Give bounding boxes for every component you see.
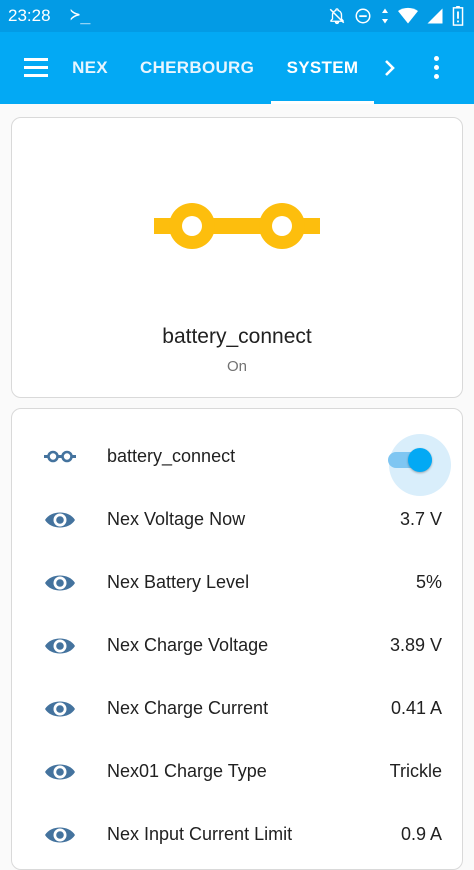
overflow-menu-button[interactable] — [424, 52, 450, 84]
sensor-label: Nex01 Charge Type — [107, 761, 267, 781]
sensor-value: 0.41 A — [390, 698, 442, 718]
sensor-value: 3.89 V — [389, 635, 442, 655]
menu-button[interactable] — [20, 54, 54, 82]
tab-system[interactable]: SYSTEM — [271, 32, 374, 104]
status-bar: 23:28 ≻_ — [0, 0, 474, 32]
eye-icon — [45, 827, 75, 843]
sensor-label: Nex Voltage Now — [107, 509, 246, 529]
sensor-label: Nex Battery Level — [107, 572, 250, 592]
eye-icon — [45, 575, 75, 591]
eye-icon — [45, 638, 75, 654]
sensor-row-input-current-limit[interactable]: Nex Input Current Limit 0.9 A — [12, 804, 462, 867]
sensor-row-charge-type[interactable]: Nex01 Charge Type Trickle — [12, 741, 462, 804]
battery-connect-icon — [44, 450, 76, 463]
do-not-disturb-icon — [355, 8, 371, 24]
battery-alert-icon — [452, 6, 464, 26]
battery-connect-toggle[interactable] — [386, 434, 451, 496]
cell-signal-icon — [427, 8, 443, 24]
toggle-row-label: battery_connect — [107, 446, 236, 466]
eye-icon — [45, 512, 75, 528]
hamburger-icon — [24, 58, 48, 61]
battery-connect-icon — [154, 203, 320, 249]
sensor-value: 3.7 V — [399, 509, 442, 529]
status-icons — [328, 6, 464, 26]
sensor-label: Nex Charge Current — [107, 698, 269, 718]
status-time: 23:28 — [8, 6, 51, 25]
more-vert-icon — [434, 56, 439, 61]
sensor-value: 5% — [415, 572, 442, 592]
entity-name: battery_connect — [162, 325, 312, 348]
terminal-notification-icon: ≻_ — [70, 5, 91, 25]
toggle-row[interactable]: battery_connect — [12, 426, 462, 496]
chevron-right-icon — [385, 60, 395, 76]
eye-icon — [45, 764, 75, 780]
sensor-row-charge-current[interactable]: Nex Charge Current 0.41 A — [12, 678, 462, 741]
app-bar: NEX CHERBOURG SYSTEM — [0, 32, 474, 104]
toggle-thumb — [408, 448, 432, 472]
scroll-tabs-button[interactable] — [376, 54, 404, 82]
sensor-row-battery-level[interactable]: Nex Battery Level 5% — [12, 552, 462, 615]
sensor-value: Trickle — [389, 761, 442, 781]
notifications-off-icon — [329, 8, 345, 25]
entity-state: On — [226, 358, 247, 375]
tab-nex[interactable]: NEX — [66, 32, 114, 104]
eye-icon — [45, 701, 75, 717]
active-tab-indicator — [271, 101, 374, 104]
entities-card: battery_connect Nex Voltage Now 3.7 V Ne… — [11, 408, 463, 870]
sensor-row-charge-voltage[interactable]: Nex Charge Voltage 3.89 V — [12, 615, 462, 678]
entity-button-card[interactable]: battery_connect On — [11, 117, 463, 398]
sensor-label: Nex Charge Voltage — [107, 635, 269, 655]
tab-cherbourg[interactable]: CHERBOURG — [140, 32, 254, 104]
wifi-icon — [398, 7, 418, 24]
sensor-row-voltage-now[interactable]: Nex Voltage Now 3.7 V — [12, 489, 462, 552]
data-transfer-icon — [382, 8, 388, 24]
